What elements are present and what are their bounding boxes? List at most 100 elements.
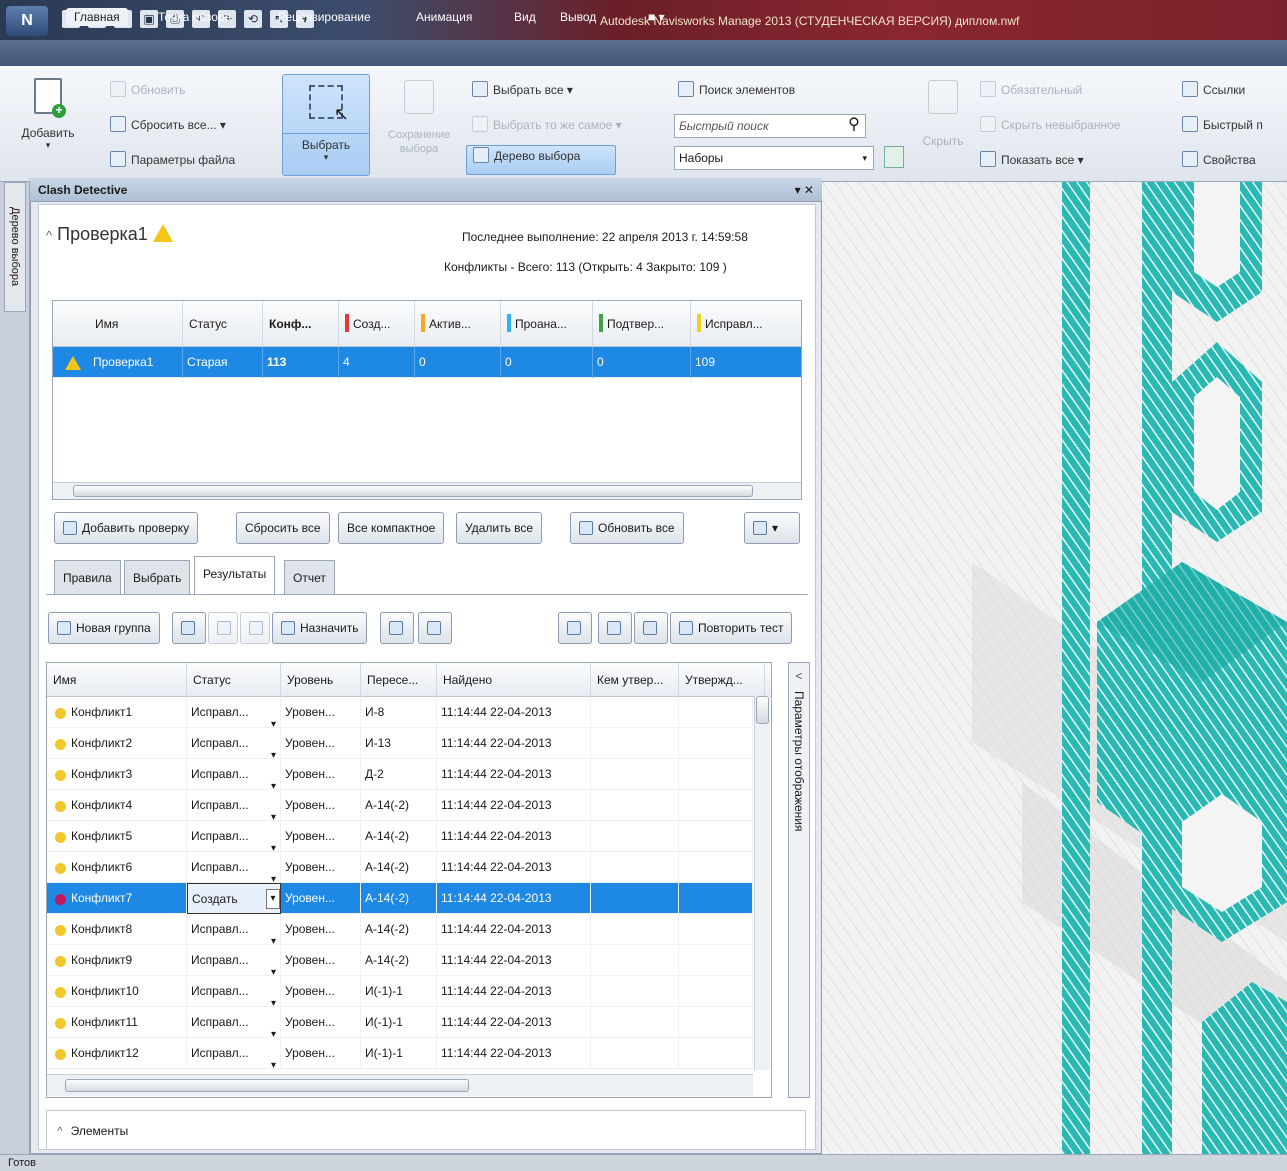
results-vscroll-thumb[interactable] [756,696,769,724]
tests-scroll-thumb[interactable] [73,485,753,497]
show-all-button[interactable]: Показать все ▾ [980,150,1084,172]
add-test-button[interactable]: Добавить проверку [54,512,199,544]
add-button[interactable]: + Добавить ▾ [20,74,76,174]
select-button[interactable]: ↖ Выбрать ▾ [282,74,370,176]
tests-column-header[interactable]: Проана... [501,301,593,347]
ribbon-tab[interactable]: Главная [66,8,128,26]
sub-tab[interactable]: Выбрать [124,560,191,594]
chevron-down-icon[interactable]: ▾ [271,957,276,976]
ungroup-button[interactable] [208,612,238,644]
results-column-header[interactable]: Пересе... [361,663,437,697]
collapse-chevron-icon[interactable]: ^ [46,228,52,243]
required-button[interactable]: Обязательный [980,80,1082,102]
tests-row-selected[interactable]: Проверка1 Старая 113 4 0 0 0 109 [53,347,801,378]
reset-all-button[interactable]: Сбросить все... ▾ [110,115,226,137]
quick-access-button[interactable]: ⟲ [244,10,262,28]
sub-tab[interactable]: Отчет [284,560,335,594]
ribbon-tab[interactable]: Вид [506,8,544,26]
3d-viewport[interactable] [822,182,1287,1154]
properties-button[interactable]: Свойства [1182,150,1256,172]
ribbon-tab[interactable]: Рецензирование [270,8,379,26]
results-vscrollbar[interactable] [754,696,770,1070]
tests-column-header[interactable]: Созд... [339,301,415,347]
panel-controls[interactable]: ▾ ✕ [795,178,814,202]
tests-column-header[interactable]: Статус [183,301,263,347]
result-row[interactable]: Конфликт8 Исправл... ▾ Уровен... А-14(-2) 11:… [47,914,753,945]
comment-button[interactable] [418,612,452,644]
chevron-down-icon[interactable]: ▾ [266,889,280,909]
quick-properties-button[interactable]: Быстрый п [1182,115,1263,137]
assign-button[interactable]: Назначить [272,612,368,644]
result-row[interactable]: Конфликт7 Создать ▾ Уровен... А-14(-2) 11:14:… [47,883,753,914]
group-icon-button[interactable] [172,612,206,644]
compact-all-button[interactable]: Все компактное [338,512,445,544]
update-all-button[interactable]: Обновить все [570,512,684,544]
select-same-button[interactable]: Выбрать то же самое ▾ [472,115,622,137]
results-hscroll-thumb[interactable] [65,1079,469,1092]
filter-button[interactable] [558,612,592,644]
expand-chevron-icon[interactable]: < [789,669,809,683]
chevron-down-icon[interactable]: ▾ [271,833,276,852]
results-column-header[interactable]: Найдено [437,663,591,697]
result-row[interactable]: Конфликт3 Исправл... ▾ Уровен... Д-2 11:14:44… [47,759,753,790]
quick-search-input[interactable]: Быстрый поиск [674,114,866,138]
ribbon-tab[interactable]: ■ ▾ [640,8,673,26]
links-button[interactable]: Ссылки [1182,80,1245,102]
find-items-button[interactable]: Поиск элементов [678,80,795,102]
chevron-down-icon[interactable]: ▾ [271,864,276,883]
chevron-down-icon[interactable]: ▾ [271,709,276,728]
delete-all-button[interactable]: Удалить все [456,512,543,544]
tests-hscrollbar[interactable] [53,482,801,499]
file-params-button[interactable]: Параметры файла [110,150,235,172]
collapse-items-icon[interactable]: ^ [57,1124,63,1138]
tests-column-header[interactable]: Подтвер... [593,301,691,347]
results-column-header[interactable]: Имя [47,663,187,697]
export-button[interactable]: ▾ [744,512,800,544]
selection-tree-button[interactable]: Дерево выбора [466,145,616,175]
hide-unselected-button[interactable]: Скрыть невыбранное [980,115,1120,137]
selection-tree-side-tab[interactable]: Дерево выбора [4,182,26,312]
reset-view-button[interactable] [598,612,632,644]
result-row[interactable]: Конфликт9 Исправл... ▾ Уровен... А-14(-2) 11:… [47,945,753,976]
status-dropdown[interactable]: Создать ▾ [187,883,281,914]
ribbon-tab[interactable]: Вывод [552,8,604,26]
sets-manage-icon[interactable] [884,146,904,168]
test-title-row[interactable]: ^ Проверка1 [46,224,173,245]
tests-column-header[interactable]: Имя [89,301,183,347]
result-row[interactable]: Конфликт2 Исправл... ▾ Уровен... И-13 11:14:4… [47,728,753,759]
tests-column-header[interactable]: Конф... [263,301,339,347]
result-row[interactable]: Конфликт11 Исправл... ▾ Уровен... И(-1)-1 11:… [47,1007,753,1038]
results-column-header[interactable]: Кем утвер... [591,663,679,697]
search-icon[interactable]: ⚲ [842,114,866,138]
application-menu-button[interactable]: N [6,6,48,36]
tests-column-header[interactable]: Исправл... [691,301,801,347]
select-all-button[interactable]: Выбрать все ▾ [472,80,573,102]
ribbon-tab[interactable]: Точка обзора [150,8,239,26]
new-group-button[interactable]: Новая группа [48,612,160,644]
results-hscrollbar[interactable] [47,1074,753,1096]
results-column-header[interactable]: Статус [187,663,281,697]
refresh-button[interactable]: Обновить [110,80,185,102]
result-row[interactable]: Конфликт6 Исправл... ▾ Уровен... А-14(-2) 11:… [47,852,753,883]
sub-tab[interactable]: Правила [54,560,121,594]
ribbon-tab[interactable]: Анимация [408,8,480,26]
save-selection-button[interactable]: Сохранение выбора [374,74,464,174]
chevron-down-icon[interactable]: ▾ [271,926,276,945]
result-row[interactable]: Конфликт12 Исправл... ▾ Уровен... И(-1)-1 11:… [47,1038,753,1069]
compact-button[interactable] [634,612,668,644]
rerun-test-button[interactable]: Повторить тест [670,612,793,644]
result-row[interactable]: Конфликт1 Исправл... ▾ Уровен... И-8 11:14:44… [47,697,753,728]
result-row[interactable]: Конфликт10 Исправл... ▾ Уровен... И(-1)-1 11:… [47,976,753,1007]
hide-button[interactable]: Скрыть [918,74,968,174]
explode-group-button[interactable] [240,612,270,644]
reset-all-tests-button[interactable]: Сбросить все [236,512,330,544]
results-column-header[interactable]: Уровень [281,663,361,697]
chevron-down-icon[interactable]: ▾ [271,1019,276,1038]
unassign-button[interactable] [380,612,414,644]
chevron-down-icon[interactable]: ▾ [271,802,276,821]
results-column-header[interactable]: Утвержд... [679,663,765,697]
chevron-down-icon[interactable]: ▾ [271,1050,276,1069]
result-row[interactable]: Конфликт5 Исправл... ▾ Уровен... А-14(-2) 11:… [47,821,753,852]
chevron-down-icon[interactable]: ▾ [271,771,276,790]
sub-tab[interactable]: Результаты [194,556,276,594]
